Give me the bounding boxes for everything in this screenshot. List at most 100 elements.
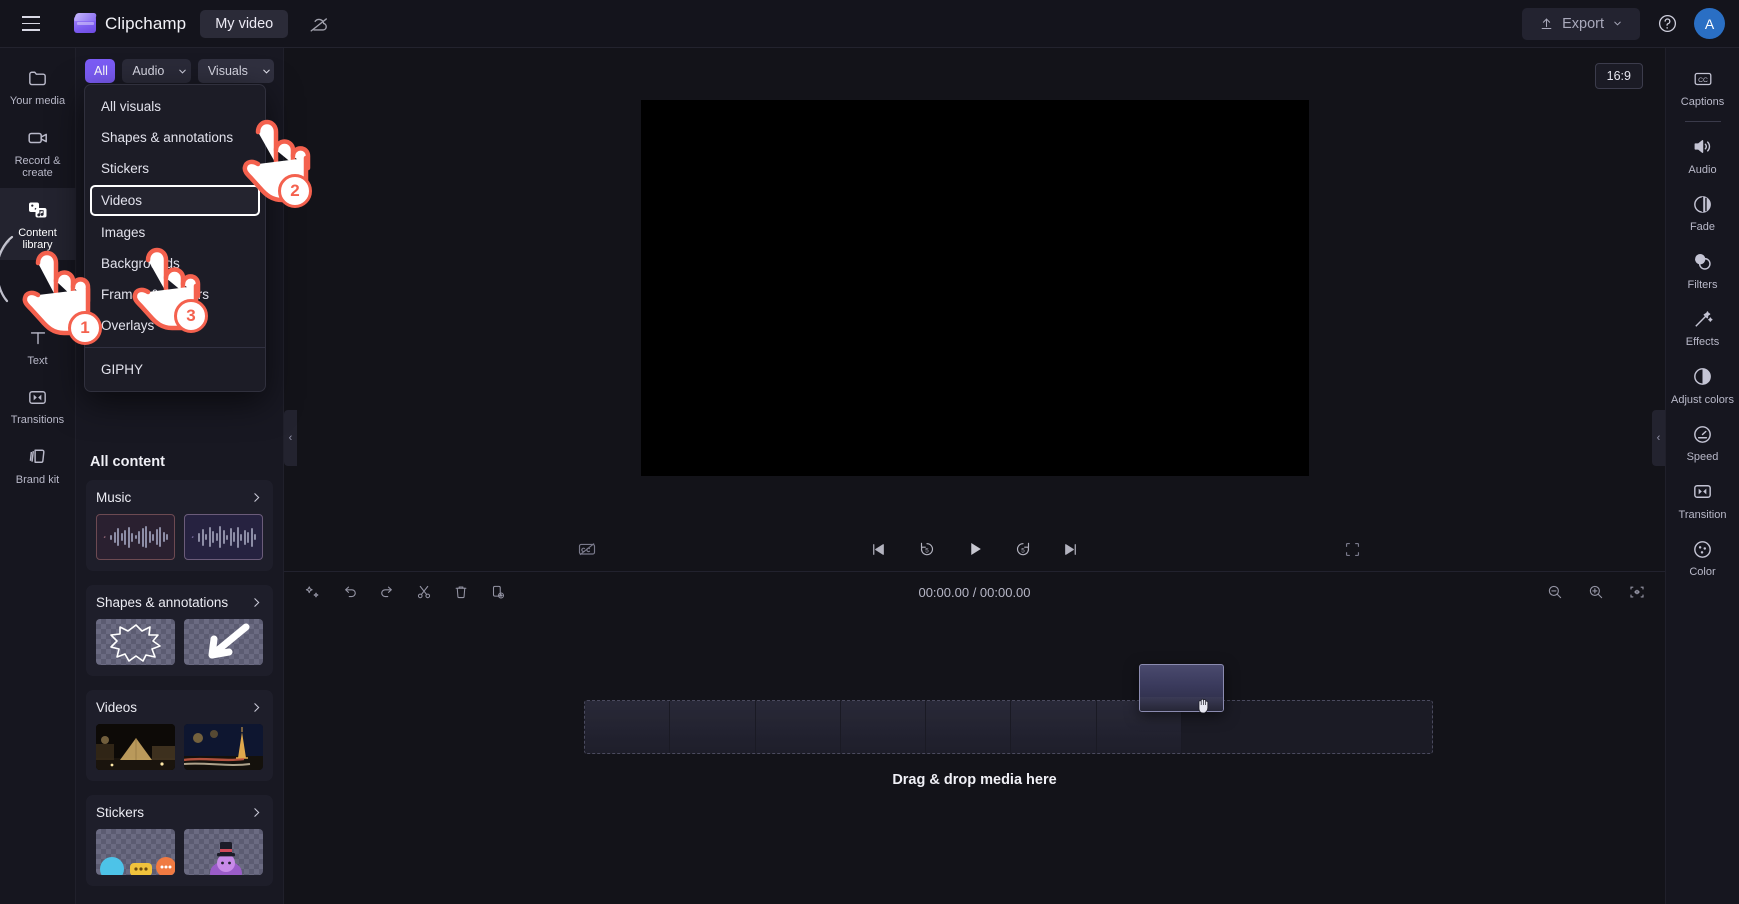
skip-to-end-icon[interactable] (1058, 536, 1084, 562)
fit-to-screen-icon[interactable] (1624, 580, 1649, 605)
property-item-speed[interactable]: Speed (1666, 413, 1739, 471)
sidebar-item-your-media[interactable]: Your media (0, 56, 76, 116)
filter-chip-audio[interactable]: Audio (122, 59, 191, 83)
property-item-captions[interactable]: CC Captions (1666, 58, 1739, 116)
chevron-right-icon[interactable] (250, 491, 263, 504)
property-item-audio[interactable]: Audio (1666, 126, 1739, 184)
sidebar-item-record-create[interactable]: Record & create (0, 116, 76, 188)
clipchamp-logo-icon (74, 13, 97, 34)
delete-icon[interactable] (448, 580, 473, 605)
shape-thumbnail-arrow[interactable] (184, 619, 263, 665)
collapse-left-panel-button[interactable]: ‹ (284, 410, 297, 466)
fullscreen-icon[interactable] (1339, 536, 1365, 562)
music-thumbnail[interactable] (96, 514, 175, 560)
zoom-out-icon[interactable] (1542, 580, 1567, 605)
sidebar-item-label: Transitions (10, 414, 65, 426)
property-item-filters[interactable]: Filters (1666, 241, 1739, 299)
help-icon[interactable] (1652, 9, 1682, 39)
arrow-icon (208, 623, 250, 659)
property-item-effects[interactable]: Effects (1666, 298, 1739, 356)
chevron-down-icon[interactable] (174, 61, 190, 82)
card-header[interactable]: Music (96, 490, 263, 514)
property-item-adjust-colors[interactable]: Adjust colors (1666, 356, 1739, 414)
player-transport-controls: 5 5 (866, 536, 1084, 562)
sidebar-item-transitions[interactable]: Transitions (0, 375, 76, 435)
zoom-in-icon[interactable] (1583, 580, 1608, 605)
property-item-label: Transition (1678, 508, 1727, 521)
dropdown-item-shapes-annotations[interactable]: Shapes & annotations (85, 122, 265, 153)
rewind-5s-icon[interactable]: 5 (914, 536, 940, 562)
property-item-fade[interactable]: Fade (1666, 183, 1739, 241)
captions-off-icon[interactable] (574, 536, 600, 562)
timeline-tracks[interactable]: Drag & drop media here (284, 612, 1665, 904)
collapse-right-panel-button[interactable]: ‹ (1652, 410, 1665, 466)
magic-wand-icon[interactable] (300, 580, 325, 605)
dropdown-item-images[interactable]: Images (85, 217, 265, 248)
chevron-right-icon[interactable] (250, 596, 263, 609)
card-header[interactable]: Videos (96, 700, 263, 724)
aspect-ratio-button[interactable]: 16:9 (1594, 63, 1643, 89)
drop-hint-text: Drag & drop media here (892, 772, 1057, 788)
filter-chip-visuals[interactable]: Visuals (197, 59, 274, 83)
sticker-thumbnail-chat[interactable] (96, 829, 175, 875)
shape-thumbnail-starburst[interactable] (96, 619, 175, 665)
effects-icon (1691, 307, 1714, 331)
avatar[interactable]: A (1694, 8, 1725, 39)
music-note-icon (103, 535, 106, 538)
video-thumbnail-eiffel[interactable] (184, 724, 263, 770)
property-item-label: Captions (1680, 96, 1725, 108)
skip-to-start-icon[interactable] (866, 536, 892, 562)
dropdown-item-frames-borders[interactable]: Frames & borders (85, 279, 265, 310)
dropdown-item-giphy[interactable]: GIPHY (85, 354, 265, 385)
duplicate-icon[interactable] (485, 580, 510, 605)
timeline-dropzone[interactable] (584, 700, 1433, 754)
text-icon (27, 326, 49, 350)
dropdown-item-stickers[interactable]: Stickers (85, 153, 265, 184)
play-icon[interactable] (962, 536, 988, 562)
timeline-time-display: 00:00.00 / 00:00.00 (918, 584, 1031, 600)
brand-name: Clipchamp (105, 13, 187, 33)
hamburger-icon[interactable] (14, 7, 48, 41)
player-left-controls (574, 536, 600, 562)
forward-5s-icon[interactable]: 5 (1010, 536, 1036, 562)
tutorial-badge-1: 1 (68, 311, 102, 345)
music-thumbnail[interactable] (184, 514, 263, 560)
property-item-label: Audio (1688, 163, 1717, 176)
chevron-right-icon[interactable] (250, 701, 263, 714)
export-button[interactable]: Export (1522, 7, 1640, 40)
editor-body: Your media Record & create Content libra… (0, 48, 1739, 904)
video-thumbnail-louvre[interactable] (96, 724, 175, 770)
svg-text:5: 5 (925, 547, 929, 554)
content-library-panel: All Audio Visuals F A (76, 48, 284, 904)
video-canvas[interactable] (640, 99, 1309, 476)
sticker-thumbnail-magician[interactable] (184, 829, 263, 875)
cloud-off-icon[interactable] (304, 9, 334, 39)
videos-dropdown-item[interactable]: Videos (90, 185, 260, 216)
dropdown-item-all-visuals[interactable]: All visuals (85, 91, 265, 122)
property-item-color[interactable]: Color (1666, 528, 1739, 586)
camera-icon (26, 126, 50, 150)
project-title[interactable]: My video (200, 9, 289, 38)
visuals-filter-caret[interactable] (258, 61, 274, 82)
card-header[interactable]: Shapes & annotations (96, 595, 263, 619)
sidebar-item-label: Record & create (14, 154, 61, 180)
all-content-title: All content (90, 454, 165, 470)
property-item-transition[interactable]: Transition (1666, 471, 1739, 529)
filter-chip-label: All (94, 64, 108, 78)
center-area: 16:9 5 5 00:00.00 / 00:00.00 Drag & drop… (284, 48, 1665, 904)
upload-icon (1541, 18, 1552, 29)
sidebar-item-content-library[interactable]: Content library (0, 187, 76, 260)
content-library-icon (26, 198, 50, 222)
chevron-right-icon[interactable] (250, 806, 263, 819)
sidebar-item-text[interactable]: Text (0, 316, 76, 376)
card-header[interactable]: Stickers (96, 805, 263, 829)
filter-chip-all[interactable]: All (85, 59, 116, 83)
sidebar-item-brand-kit[interactable]: Brand kit (0, 435, 76, 495)
undo-icon[interactable] (337, 580, 362, 605)
dropdown-item-backgrounds[interactable]: Backgrounds (85, 248, 265, 279)
card-thumbnails (96, 829, 263, 875)
property-item-label: Fade (1689, 221, 1716, 233)
split-icon[interactable] (411, 580, 436, 605)
redo-icon[interactable] (374, 580, 399, 605)
library-card-videos: Videos (86, 690, 273, 781)
